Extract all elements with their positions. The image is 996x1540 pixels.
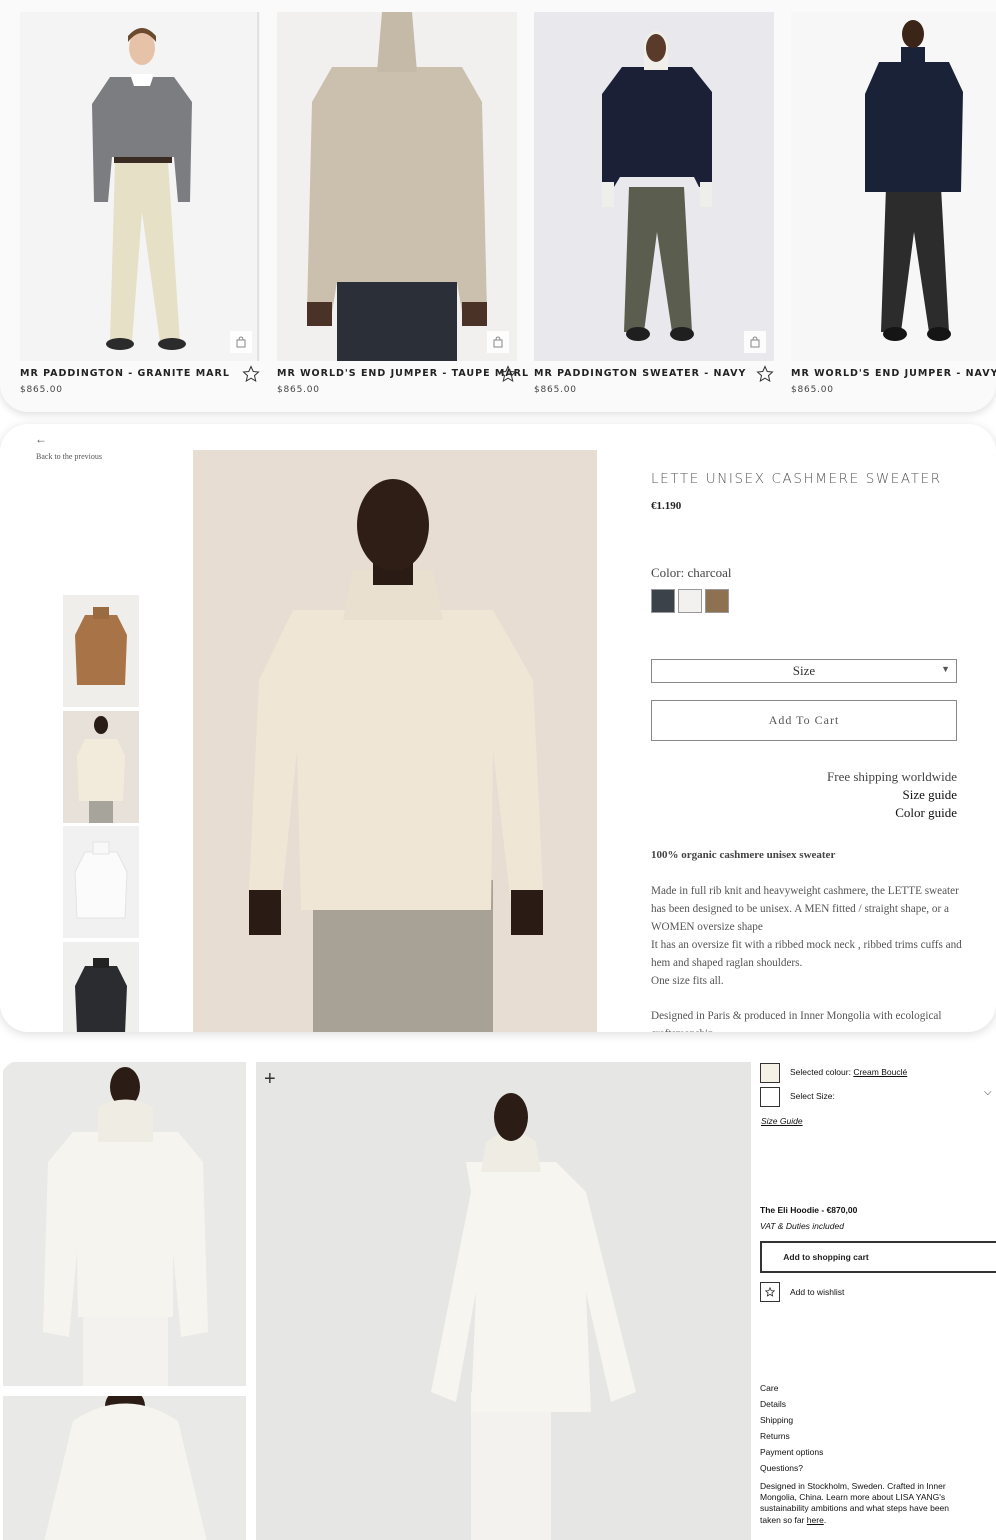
product-name[interactable]: MR WORLD'S END JUMPER - NAVY	[791, 368, 996, 379]
info-menu: Care Details Shipping Returns Payment op…	[760, 1380, 823, 1476]
hoodie-back-image[interactable]	[3, 1396, 246, 1540]
product-price: $865.00	[534, 385, 577, 395]
zoom-icon[interactable]: +	[264, 1068, 276, 1091]
info-links: Free shipping worldwide Size guide Color…	[827, 768, 957, 822]
product-price: $865.00	[791, 385, 834, 395]
product-image[interactable]	[791, 12, 996, 361]
product-main-image[interactable]	[193, 450, 597, 1032]
product-description: Made in full rib knit and heavyweight ca…	[651, 882, 963, 990]
shopping-bag-icon	[236, 336, 246, 348]
select-size-label[interactable]: Select Size:	[790, 1091, 835, 1101]
thumbnail-model[interactable]	[63, 711, 139, 823]
back-arrow-icon[interactable]: ←	[35, 432, 47, 446]
menu-item-questions[interactable]: Questions?	[760, 1460, 823, 1476]
menu-item-payment[interactable]: Payment options	[760, 1444, 823, 1460]
swatch-cream[interactable]	[678, 589, 702, 613]
product-card[interactable]: MR PADDINGTON - GRANITE MARL $865.00	[20, 12, 260, 402]
product-image[interactable]	[277, 12, 517, 361]
selected-colour-label: Selected colour:	[790, 1067, 851, 1077]
back-link[interactable]: Back to the previous	[36, 452, 102, 461]
size-select-label: Size	[792, 663, 816, 678]
product-name[interactable]: MR PADDINGTON SWEATER - NAVY	[534, 368, 746, 379]
add-to-cart-button[interactable]: Add to shopping cart	[760, 1241, 996, 1273]
menu-item-details[interactable]: Details	[760, 1396, 823, 1412]
product-detail-panel: ← Back to the previous LETTE UNISEX CASH…	[0, 424, 996, 1032]
size-guide-link[interactable]: Size Guide	[761, 1116, 803, 1126]
product-title: The Eli Hoodie - €870,00	[760, 1205, 858, 1215]
menu-item-returns[interactable]: Returns	[760, 1428, 823, 1444]
add-to-cart-label: Add to shopping cart	[783, 1252, 869, 1262]
star-icon[interactable]	[242, 365, 260, 383]
selected-colour-value[interactable]: Cream Bouclé	[853, 1067, 907, 1077]
description-text: Made in full rib knit and heavyweight ca…	[651, 885, 962, 987]
hoodie-panel: + Selected colour: Cream Bouclé Select S…	[0, 1060, 996, 1540]
size-select[interactable]: Size ▼	[651, 659, 957, 683]
product-subheading: 100% organic cashmere unisex sweater	[651, 849, 836, 861]
product-title: LETTE UNISEX CASHMERE SWEATER	[651, 471, 942, 487]
swatch-camel[interactable]	[705, 589, 729, 613]
origin-text: Designed in Paris & produced in Inner Mo…	[651, 1010, 942, 1032]
add-to-bag-button[interactable]	[487, 331, 509, 353]
star-icon	[765, 1287, 775, 1297]
swatch-charcoal[interactable]	[651, 589, 675, 613]
product-card[interactable]: MR WORLD'S END JUMPER - TAUPE MARL $865.…	[277, 12, 528, 402]
shopping-bag-icon	[750, 336, 760, 348]
thumbnail-black[interactable]	[63, 942, 139, 1032]
chevron-down-icon[interactable]: ⌵	[984, 1087, 992, 1098]
add-to-bag-button[interactable]	[744, 331, 766, 353]
shopping-bag-icon	[493, 336, 503, 348]
vat-note: VAT & Duties included	[760, 1221, 844, 1231]
product-price: €1.190	[651, 500, 682, 512]
thumbnail-white[interactable]	[63, 826, 139, 938]
hoodie-main-image[interactable]: +	[256, 1062, 751, 1540]
product-grid-panel: MR PADDINGTON - GRANITE MARL $865.00 MR …	[0, 0, 996, 412]
hoodie-front-image[interactable]	[3, 1062, 246, 1386]
add-to-bag-button[interactable]	[230, 331, 252, 353]
add-to-cart-button[interactable]: Add To Cart	[651, 700, 957, 741]
star-icon[interactable]	[756, 365, 774, 383]
color-label: Color: charcoal	[651, 565, 732, 580]
product-image[interactable]	[20, 12, 260, 361]
product-price: $865.00	[277, 385, 320, 395]
menu-item-care[interactable]: Care	[760, 1380, 823, 1396]
sustainability-end: .	[823, 1514, 827, 1525]
selected-colour: Selected colour: Cream Bouclé	[790, 1067, 907, 1077]
shipping-note: Free shipping worldwide	[827, 769, 957, 784]
color-guide-link[interactable]: Color guide	[827, 804, 957, 822]
product-card[interactable]: MR PADDINGTON SWEATER - NAVY $865.00	[534, 12, 774, 402]
menu-item-shipping[interactable]: Shipping	[760, 1412, 823, 1428]
add-to-wishlist-label[interactable]: Add to wishlist	[790, 1287, 844, 1297]
product-image[interactable]	[534, 12, 774, 361]
colour-swatch[interactable]	[760, 1063, 780, 1083]
product-name[interactable]: MR WORLD'S END JUMPER - TAUPE MARL	[277, 368, 529, 379]
sustainability-note: Designed in Stockholm, Sweden. Crafted i…	[760, 1481, 965, 1526]
product-card[interactable]: MR WORLD'S END JUMPER - NAVY $865.00	[791, 12, 996, 402]
wishlist-button[interactable]	[760, 1282, 780, 1302]
product-name[interactable]: MR PADDINGTON - GRANITE MARL	[20, 368, 230, 379]
star-icon[interactable]	[499, 365, 517, 383]
size-guide-link[interactable]: Size guide	[827, 786, 957, 804]
sustainability-link[interactable]: here	[807, 1515, 824, 1525]
thumbnail-camel[interactable]	[63, 595, 139, 707]
size-swatch[interactable]	[760, 1087, 780, 1107]
product-price: $865.00	[20, 385, 63, 395]
chevron-down-icon: ▼	[941, 664, 950, 674]
sustainability-text: Designed in Stockholm, Sweden. Crafted i…	[760, 1481, 950, 1525]
